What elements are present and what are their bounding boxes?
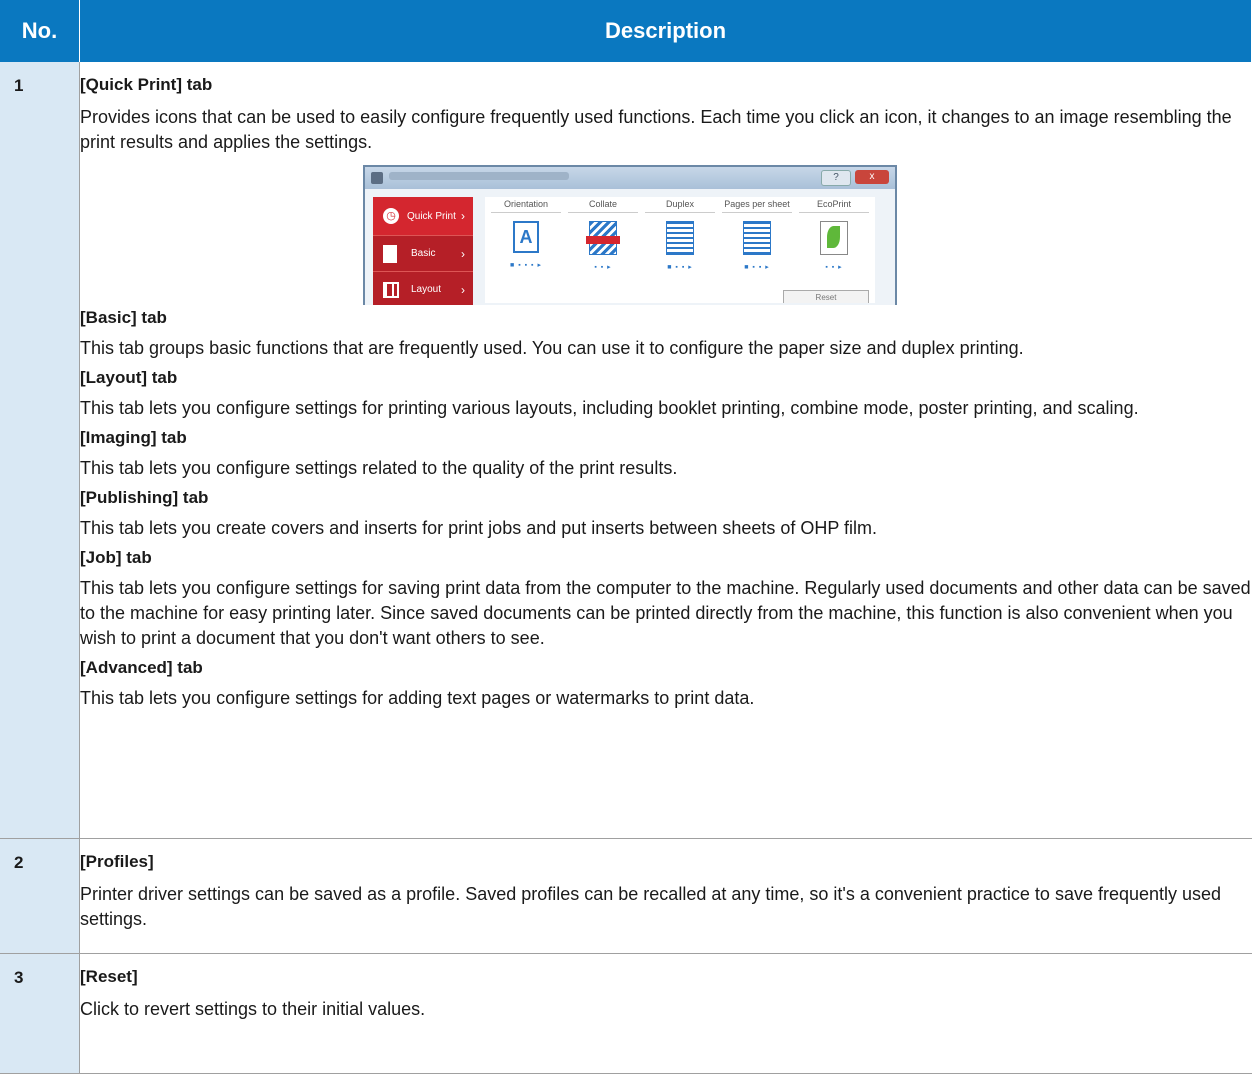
tab-layout-label: Layout [411,284,442,295]
reset-button: Reset [783,290,869,303]
option-dots: ■ ▪ ▪ ▪ ▸ [510,262,542,269]
section-text-job: This tab lets you configure settings for… [80,578,1251,648]
option-label: Orientation [491,199,561,213]
section-text-layout: This tab lets you configure settings for… [80,398,1139,418]
option-label: Collate [568,199,638,213]
option-label: Duplex [645,199,715,213]
section-heading-imaging: [Imaging] tab [80,428,187,447]
section-text-advanced: This tab lets you configure settings for… [80,688,755,708]
leaf-icon [820,221,848,255]
section-heading-advanced: [Advanced] tab [80,658,203,677]
table-row: 3 [Reset] Click to revert settings to th… [0,953,1252,1074]
row-number-cell: 2 [0,838,80,954]
window-title [389,172,569,180]
option-label: EcoPrint [799,199,869,213]
chevron-right-icon: › [461,209,465,223]
header-no: No. [0,0,80,62]
duplex-icon [666,221,694,255]
layout-icon [383,281,399,298]
pages-per-sheet-icon [743,221,771,255]
option-orientation: Orientation A ■ ▪ ▪ ▪ ▸ [491,199,561,271]
window-title-bar: ? x [365,167,895,189]
option-duplex: Duplex ■ ▪ ▪ ▸ [645,199,715,271]
section-heading-layout: [Layout] tab [80,368,178,387]
section-text-quick-print: Provides icons that can be used to easil… [80,107,1232,152]
option-dots: ▪ ▪ ▸ [594,264,612,271]
help-button: ? [821,170,851,186]
section-heading-publishing: [Publishing] tab [80,488,209,507]
header-description: Description [79,0,1252,62]
row-number-cell: 3 [0,953,80,1074]
section-heading-quick-print: [Quick Print] tab [80,75,213,94]
section-heading-basic: [Basic] tab [80,308,167,327]
row-number: 3 [14,967,24,987]
close-button: x [855,170,889,184]
description-table: No. Description 1 [Quick Print] tab Prov… [0,0,1252,1074]
section-heading-job: [Job] tab [80,548,152,567]
option-label: Pages per sheet [722,199,792,213]
section-text-profiles: Printer driver settings can be saved as … [80,883,1222,929]
option-collate: Collate ▪ ▪ ▸ [568,199,638,271]
chevron-right-icon: › [461,246,465,261]
orientation-icon: A [513,221,539,253]
row-description-cell: [Profiles] Printer driver settings can b… [79,838,1252,954]
table-header-row: No. Description [0,0,1252,62]
driver-tab-list: ◷ Quick Print › Basic › Layout › [373,197,473,305]
option-ecoprint: EcoPrint ▪ ▪ ▸ [799,199,869,271]
clock-icon: ◷ [383,208,399,224]
chevron-right-icon: › [461,282,465,297]
section-text-publishing: This tab lets you create covers and inse… [80,518,878,538]
tab-basic: Basic › [373,235,473,271]
printer-icon [371,172,383,184]
table-row: 2 [Profiles] Printer driver settings can… [0,838,1252,954]
tab-quick-print-label: Quick Print [407,210,456,222]
driver-screenshot: ? x ◷ Quick Print › Basic › Layout › Ori… [363,165,897,305]
option-dots: ■ ▪ ▪ ▸ [667,264,693,271]
section-heading-profiles: [Profiles] [80,851,154,871]
collate-icon [586,221,620,255]
section-text-basic: This tab groups basic functions that are… [80,338,1024,358]
quick-print-panel: Orientation A ■ ▪ ▪ ▪ ▸ Collate ▪ ▪ ▸ Du… [485,197,875,303]
section-text-imaging: This tab lets you configure settings rel… [80,458,678,478]
row-description-cell: [Quick Print] tab Provides icons that ca… [79,62,1252,839]
row-description-cell: [Reset] Click to revert settings to thei… [79,953,1252,1074]
section-text-reset: Click to revert settings to their initia… [80,998,426,1019]
option-dots: ▪ ▪ ▸ [825,264,843,271]
row-number: 2 [14,852,24,872]
row-number: 1 [14,76,24,95]
tab-layout: Layout › [373,271,473,305]
option-dots: ■ ▪ ▪ ▸ [744,264,770,271]
table-row: 1 [Quick Print] tab Provides icons that … [0,62,1252,839]
tab-quick-print: ◷ Quick Print › [373,197,473,235]
section-heading-reset: [Reset] [80,966,138,986]
tab-basic-label: Basic [411,248,436,259]
page-icon [383,244,397,263]
option-pages-per-sheet: Pages per sheet ■ ▪ ▪ ▸ [722,199,792,271]
row-number-cell: 1 [0,62,80,839]
